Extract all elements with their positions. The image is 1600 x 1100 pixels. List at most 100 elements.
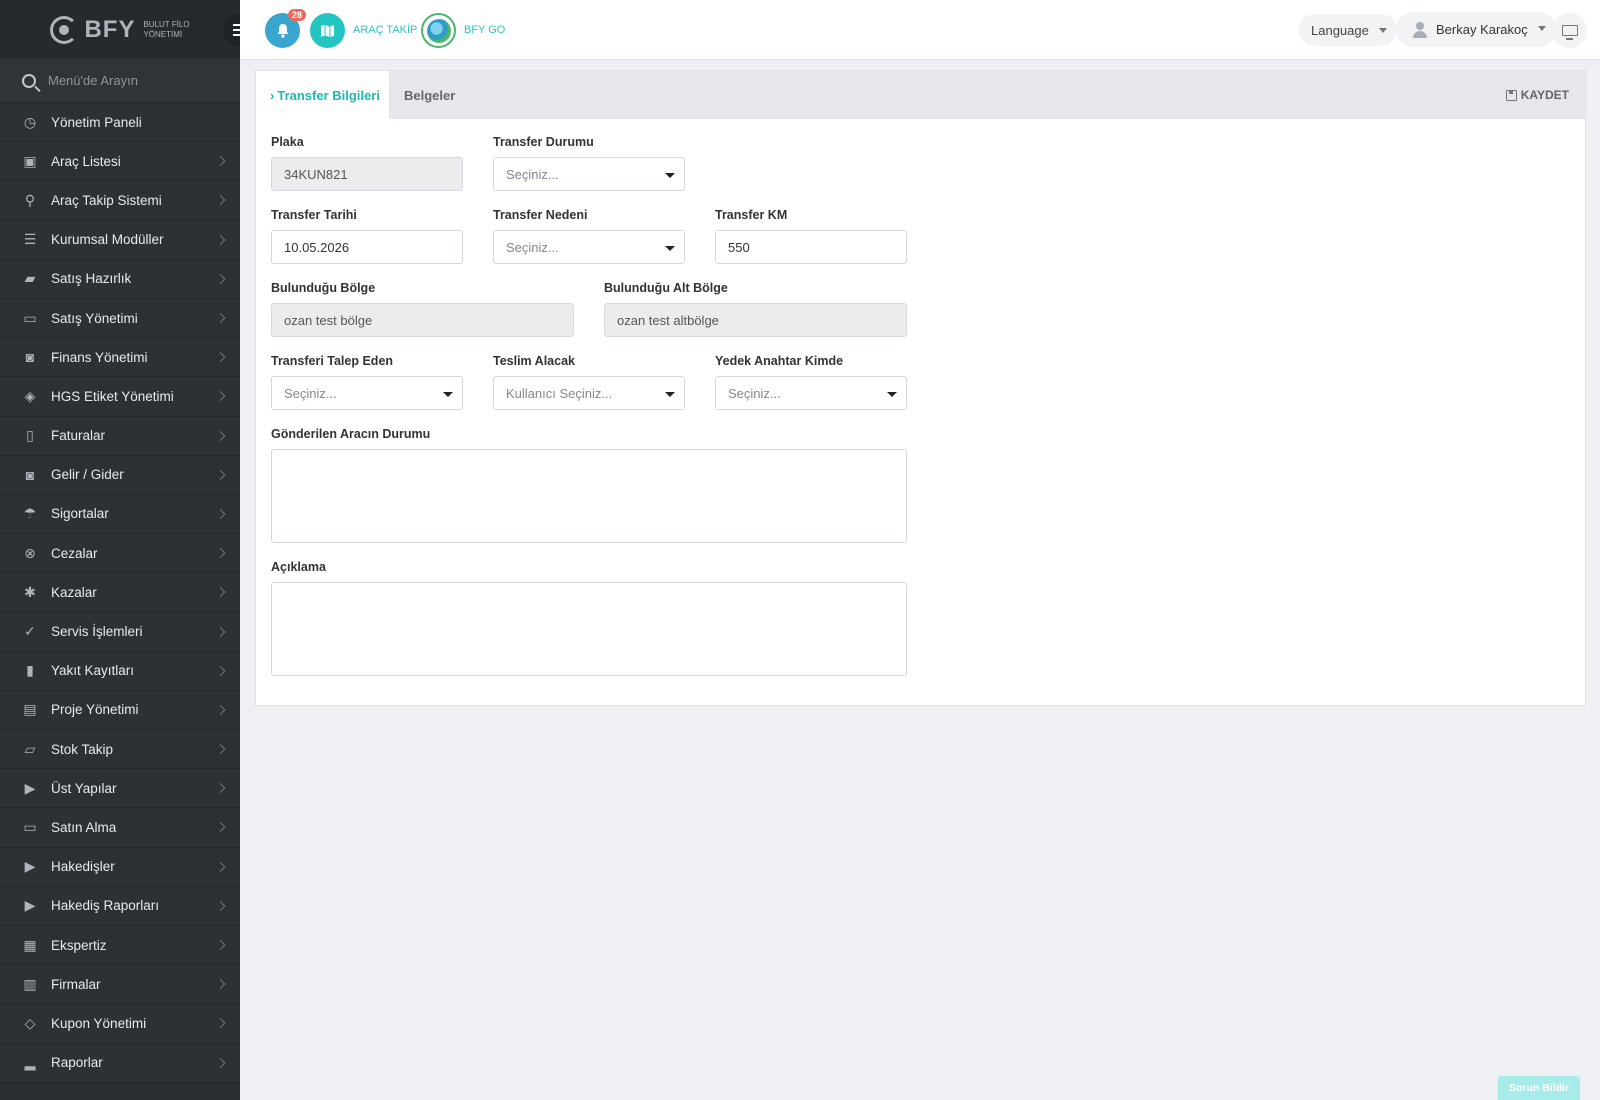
sidebar-item[interactable]: ◈ HGS Etiket Yönetimi: [0, 377, 240, 417]
sidebar-item[interactable]: ◇ Kupon Yönetimi: [0, 1004, 240, 1044]
report-issue-button[interactable]: Sorun Bildir: [1498, 1076, 1580, 1100]
sidebar-item[interactable]: ▰ Satış Hazırlık: [0, 259, 240, 299]
chevron-right-icon: [215, 273, 226, 284]
sidebar-item[interactable]: ▣ Araç Listesi: [0, 142, 240, 182]
sidebar-item[interactable]: ✱ Kazalar: [0, 573, 240, 613]
sidebar-item[interactable]: ▦ Ekspertiz: [0, 925, 240, 966]
sidebar-item[interactable]: ☂ Sigortalar: [0, 494, 240, 535]
sidebar-item-label: Üst Yapılar: [51, 780, 117, 796]
vehicle-condition-textarea[interactable]: [271, 449, 907, 543]
tab-transfer-info[interactable]: › Transfer Bilgileri: [256, 71, 389, 119]
sidebar-item[interactable]: ◙ Gelir / Gider: [0, 455, 240, 495]
sidebar-toggle-button[interactable]: [223, 14, 240, 46]
sidebar-item[interactable]: ▶ Hakediş Raporları: [0, 886, 240, 926]
caret-down-icon: [665, 246, 675, 251]
sidebar-item[interactable]: ✓ Servis İşlemleri: [0, 612, 240, 652]
sidebar-item-label: HGS Etiket Yönetimi: [51, 388, 174, 404]
sidebar-item[interactable]: ◷ Yönetim Paneli: [0, 103, 240, 143]
sidebar-item[interactable]: ▂ Raporlar: [0, 1043, 240, 1083]
tab-bar: › Transfer Bilgileri Belgeler KAYDET: [256, 71, 1585, 119]
truck-icon: ▶: [24, 858, 36, 875]
description-label: Açıklama: [271, 560, 326, 574]
caret-down-icon: [443, 392, 453, 397]
sidebar-item[interactable]: ◙ Finans Yönetimi: [0, 338, 240, 378]
requester-value: Seçiniz...: [284, 385, 337, 401]
sidebar-item[interactable]: ▥ Firmalar: [0, 965, 240, 1005]
transfer-status-select[interactable]: Seçiniz...: [493, 157, 685, 191]
chevron-right-icon: [215, 548, 226, 559]
sidebar-item[interactable]: ▮ Yakıt Kayıtları: [0, 651, 240, 691]
transfer-reason-select[interactable]: Seçiniz...: [493, 230, 685, 264]
transfer-km-input[interactable]: 550: [715, 230, 907, 264]
tab-transfer-info-label: Transfer Bilgileri: [277, 87, 380, 103]
sidebar-item[interactable]: ▯ Faturalar: [0, 416, 240, 456]
check-circle-icon: ✓: [24, 623, 36, 640]
chevron-right-icon: [215, 391, 226, 402]
list-alt-icon: ▦: [23, 936, 37, 953]
receiver-select[interactable]: Kullanıcı Seçiniz...: [493, 376, 685, 410]
sidebar-item-label: Raporlar: [51, 1055, 103, 1071]
logo[interactable]: BFY BULUT FİLO YÖNETİMİ: [50, 15, 190, 44]
sidebar-item[interactable]: ⊗ Cezalar: [0, 534, 240, 574]
map-icon: [321, 24, 334, 37]
chevron-right-icon: [215, 509, 226, 519]
sidebar-item-label: Yakıt Kayıtları: [51, 663, 135, 679]
monitor-icon: [1561, 25, 1578, 40]
notifications-button[interactable]: 28: [265, 9, 306, 48]
bar-chart-icon: ▂: [24, 1054, 36, 1071]
money-icon: ◙: [25, 466, 35, 483]
sidebar-item[interactable]: ▤ Proje Yönetimi: [0, 690, 240, 730]
sidebar-item-label: Kazalar: [51, 584, 97, 600]
caret-down-icon: [887, 392, 897, 397]
user-name: Berkay Karakoç: [1436, 22, 1528, 37]
language-label: Language: [1311, 22, 1369, 38]
requester-select[interactable]: Seçiniz...: [271, 376, 463, 410]
sidebar-item-label: Firmalar: [51, 976, 101, 992]
sidebar-item[interactable]: ▭ Satış Yönetimi: [0, 298, 240, 339]
bfy-go-button[interactable]: [421, 13, 456, 48]
menu-search-input[interactable]: Menü'de Arayın: [48, 73, 138, 88]
menu-search[interactable]: Menü'de Arayın: [0, 59, 240, 103]
tab-documents[interactable]: Belgeler: [404, 71, 455, 119]
transfer-card: › Transfer Bilgileri Belgeler KAYDET Pla…: [255, 70, 1586, 706]
brand-tagline-line1: BULUT FİLO: [143, 19, 190, 29]
spare-key-select[interactable]: Seçiniz...: [715, 376, 907, 410]
sidebar-item[interactable]: ▱ Stok Takip: [0, 730, 240, 770]
subregion-field: ozan test altbölge: [604, 303, 907, 337]
vehicle-tracking-link[interactable]: ARAÇ TAKİP: [353, 24, 417, 36]
logo-area: BFY BULUT FİLO YÖNETİMİ: [0, 0, 240, 59]
sidebar-item-label: Gelir / Gider: [51, 467, 124, 483]
tab-documents-label: Belgeler: [404, 87, 456, 103]
save-button[interactable]: KAYDET: [1505, 71, 1569, 119]
transfer-reason-label: Transfer Nedeni: [493, 208, 588, 222]
chevron-right-icon: [215, 900, 226, 911]
plate-field: 34KUN821: [271, 157, 463, 191]
bell-icon: [277, 24, 288, 38]
truck-icon: ▶: [24, 897, 36, 914]
transfer-date-input[interactable]: 10.05.2026: [271, 230, 463, 264]
vehicle-tracking-button[interactable]: [310, 13, 345, 48]
bfy-go-link[interactable]: BFY GO: [464, 24, 505, 36]
sidebar-item-label: Proje Yönetimi: [51, 702, 139, 718]
user-icon: [1412, 21, 1428, 38]
brand-tagline-line2: YÖNETİMİ: [143, 29, 183, 39]
sidebar-item[interactable]: ☰ Kurumsal Modüller: [0, 220, 240, 260]
chevron-right-icon: ›: [270, 87, 275, 103]
description-textarea[interactable]: [271, 582, 907, 676]
car-crash-icon: ✱: [24, 583, 36, 600]
hamburger-icon: [233, 24, 240, 26]
user-menu[interactable]: Berkay Karakoç: [1396, 12, 1556, 47]
sidebar-item-label: Sigortalar: [51, 506, 109, 522]
brand-name: BFY: [84, 15, 136, 43]
sidebar-item-label: Hakediş Raporları: [51, 898, 160, 914]
display-settings-button[interactable]: [1552, 13, 1587, 48]
sidebar-item-label: Stok Takip: [51, 741, 114, 757]
language-dropdown[interactable]: Language: [1299, 14, 1397, 46]
sidebar-item[interactable]: ▭ Satın Alma: [0, 808, 240, 848]
sidebar-item[interactable]: ▶ Hakedişler: [0, 847, 240, 887]
sidebar-item[interactable]: ▶ Üst Yapılar: [0, 769, 240, 809]
caret-down-icon: [1537, 26, 1546, 31]
sidebar-item[interactable]: ⚲ Araç Takip Sistemi: [0, 181, 240, 221]
plate-label: Plaka: [271, 135, 304, 149]
chevron-right-icon: [215, 704, 226, 715]
